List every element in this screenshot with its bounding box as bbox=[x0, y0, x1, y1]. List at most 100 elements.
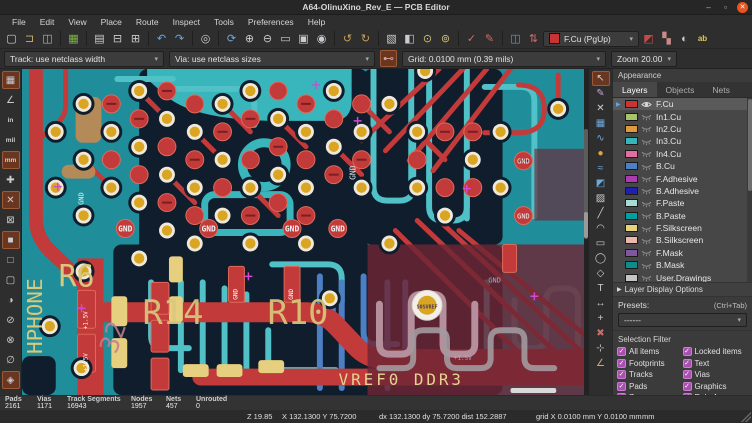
layer-row-in2-cu[interactable]: In2.Cu bbox=[613, 123, 752, 135]
pcb-drawing[interactable]: GNDGNDGNDGNDGNDGNDGNDGNDR6R14R1032HPHONE… bbox=[22, 69, 584, 395]
eye-closed-icon[interactable] bbox=[641, 199, 653, 208]
checkbox-checked-icon[interactable]: ✓ bbox=[683, 347, 692, 356]
layers-manager-toggle-icon[interactable]: ◈ bbox=[2, 371, 20, 389]
ratsnest-curved-icon[interactable]: ⊠ bbox=[2, 211, 20, 229]
layer-color-swatch[interactable] bbox=[625, 212, 638, 220]
layer-color-swatch[interactable] bbox=[625, 274, 638, 282]
draw-circle-tool-icon[interactable]: ◯ bbox=[592, 251, 610, 266]
highlight-net-tool-icon[interactable]: ✎ bbox=[592, 86, 610, 101]
layer-row-f-paste[interactable]: F.Paste bbox=[613, 197, 752, 209]
delete-tool-icon[interactable]: ✖ bbox=[592, 326, 610, 341]
units-mm-icon[interactable]: mm bbox=[2, 151, 20, 169]
inactive-layer-dim-mode-icon[interactable]: ◑ bbox=[2, 291, 20, 309]
rule-area-tool-icon[interactable]: ▨ bbox=[592, 191, 610, 206]
layer-color-swatch[interactable] bbox=[625, 125, 638, 133]
checkbox-checked-icon[interactable]: ✓ bbox=[683, 382, 692, 391]
zoom-in-icon[interactable]: ⊕ bbox=[241, 30, 258, 47]
print-icon[interactable]: ⊟ bbox=[109, 30, 126, 47]
maximize-button[interactable]: ▫ bbox=[720, 2, 731, 13]
layer-color-swatch[interactable] bbox=[625, 261, 638, 269]
layer-row-f-cu[interactable]: ▶F.Cu bbox=[613, 98, 752, 110]
layer-row-b-silkscreen[interactable]: B.Silkscreen bbox=[613, 234, 752, 246]
tab-layers[interactable]: Layers bbox=[613, 82, 657, 97]
layer-color-swatch[interactable] bbox=[625, 137, 638, 145]
new-board-icon[interactable]: ▢ bbox=[3, 30, 20, 47]
zoom-out-icon[interactable]: ⊖ bbox=[259, 30, 276, 47]
unlock-icon[interactable]: ⊚ bbox=[437, 30, 454, 47]
measure-tool-icon[interactable]: ∠ bbox=[592, 356, 610, 371]
checkbox-checked-icon[interactable]: ✓ bbox=[617, 347, 626, 356]
polar-coordinates-icon[interactable]: ∠ bbox=[2, 91, 20, 109]
layer-color-swatch[interactable] bbox=[625, 224, 638, 232]
zoom-selection-icon[interactable]: ◉ bbox=[313, 30, 330, 47]
eye-closed-icon[interactable] bbox=[641, 174, 653, 183]
menu-view[interactable]: View bbox=[62, 16, 92, 28]
tab-nets[interactable]: Nets bbox=[703, 82, 738, 97]
zoom-dropdown[interactable]: Zoom 20.00▾ bbox=[611, 51, 677, 67]
tab-objects[interactable]: Objects bbox=[657, 82, 704, 97]
menu-file[interactable]: File bbox=[6, 16, 32, 28]
high-contrast-mode-icon[interactable]: ◐ bbox=[676, 30, 693, 47]
place-footprint-tool-icon[interactable]: ▦ bbox=[592, 116, 610, 131]
menu-inspect[interactable]: Inspect bbox=[167, 16, 206, 28]
layer-pair-toggle-icon[interactable]: ◩ bbox=[640, 30, 657, 47]
layers-manager-icon[interactable]: ◫ bbox=[507, 30, 524, 47]
eye-closed-icon[interactable] bbox=[641, 211, 653, 220]
resize-grip[interactable] bbox=[741, 412, 751, 422]
add-text-tool-icon[interactable]: T bbox=[592, 281, 610, 296]
drill-origin-tool-icon[interactable]: ⊹ bbox=[592, 341, 610, 356]
eye-closed-icon[interactable] bbox=[641, 186, 653, 195]
checkbox-checked-icon[interactable]: ✓ bbox=[617, 359, 626, 368]
plot-icon[interactable]: ⊞ bbox=[127, 30, 144, 47]
undo-icon[interactable]: ↶ bbox=[153, 30, 170, 47]
set-origin-tool-icon[interactable]: + bbox=[592, 311, 610, 326]
grid-dropdown[interactable]: Grid: 0.0100 mm (0.39 mils)▾ bbox=[402, 51, 606, 67]
layer-color-swatch[interactable] bbox=[625, 249, 638, 257]
menu-help[interactable]: Help bbox=[302, 16, 331, 28]
eye-closed-icon[interactable] bbox=[641, 149, 653, 158]
auto-track-width-toggle-icon[interactable]: ⊷ bbox=[380, 50, 397, 67]
eye-closed-icon[interactable] bbox=[641, 162, 653, 171]
open-board-icon[interactable]: ⊐ bbox=[21, 30, 38, 47]
draw-rectangle-tool-icon[interactable]: ▭ bbox=[592, 236, 610, 251]
via-size-dropdown[interactable]: Via: use netclass sizes▾ bbox=[169, 51, 375, 67]
layer-row-in4-cu[interactable]: In4.Cu bbox=[613, 148, 752, 160]
menu-edit[interactable]: Edit bbox=[34, 16, 61, 28]
zone-fill-mode-icon[interactable]: ■ bbox=[2, 231, 20, 249]
layer-row-user-drawings[interactable]: User.Drawings bbox=[613, 271, 752, 282]
place-via-tool-icon[interactable]: ● bbox=[592, 146, 610, 161]
select-tool-icon[interactable]: ↖ bbox=[592, 71, 610, 86]
ratsnest-visibility-icon[interactable]: ✕ bbox=[2, 191, 20, 209]
find-icon[interactable]: ◎ bbox=[197, 30, 214, 47]
layer-list-scrollbar[interactable] bbox=[747, 98, 752, 282]
lock-icon[interactable]: ⊙ bbox=[419, 30, 436, 47]
add-dimension-tool-icon[interactable]: ↔ bbox=[592, 296, 610, 311]
tune-length-tool-icon[interactable]: ≈ bbox=[592, 161, 610, 176]
track-width-dropdown[interactable]: Track: use netclass width▾ bbox=[4, 51, 164, 67]
layer-color-swatch[interactable] bbox=[625, 175, 638, 183]
save-icon[interactable]: ◫ bbox=[39, 30, 56, 47]
eye-closed-icon[interactable] bbox=[641, 261, 653, 270]
zoom-fit-icon[interactable]: ▭ bbox=[277, 30, 294, 47]
drc-check-icon[interactable]: ✓ bbox=[463, 30, 480, 47]
layer-row-f-silkscreen[interactable]: F.Silkscreen bbox=[613, 222, 752, 234]
units-mils-icon[interactable]: mil bbox=[2, 131, 20, 149]
footprint-editor-icon[interactable]: ✎ bbox=[481, 30, 498, 47]
menu-route[interactable]: Route bbox=[130, 16, 165, 28]
units-inches-icon[interactable]: in bbox=[2, 111, 20, 129]
draw-line-tool-icon[interactable]: ╱ bbox=[592, 206, 610, 221]
eye-closed-icon[interactable] bbox=[641, 112, 653, 121]
cursor-shape-icon[interactable]: ✚ bbox=[2, 171, 20, 189]
layer-color-swatch[interactable] bbox=[625, 100, 638, 108]
layer-row-in1-cu[interactable]: In1.Cu bbox=[613, 110, 752, 122]
via-display-mode-icon[interactable]: ⊗ bbox=[2, 331, 20, 349]
layer-color-swatch[interactable] bbox=[625, 113, 638, 121]
layer-row-b-adhesive[interactable]: B.Adhesive bbox=[613, 185, 752, 197]
layer-display-options[interactable]: ▶ Layer Display Options bbox=[613, 282, 752, 297]
flip-board-view-icon[interactable]: ◧ bbox=[401, 30, 418, 47]
eye-open-icon[interactable] bbox=[641, 100, 653, 109]
eye-closed-icon[interactable] bbox=[641, 224, 653, 233]
checkbox-checked-icon[interactable]: ✓ bbox=[617, 370, 626, 379]
update-pcb-from-schematic-icon[interactable]: ⇅ bbox=[525, 30, 542, 47]
filter-locked-items[interactable]: ✓Locked items bbox=[683, 347, 749, 356]
